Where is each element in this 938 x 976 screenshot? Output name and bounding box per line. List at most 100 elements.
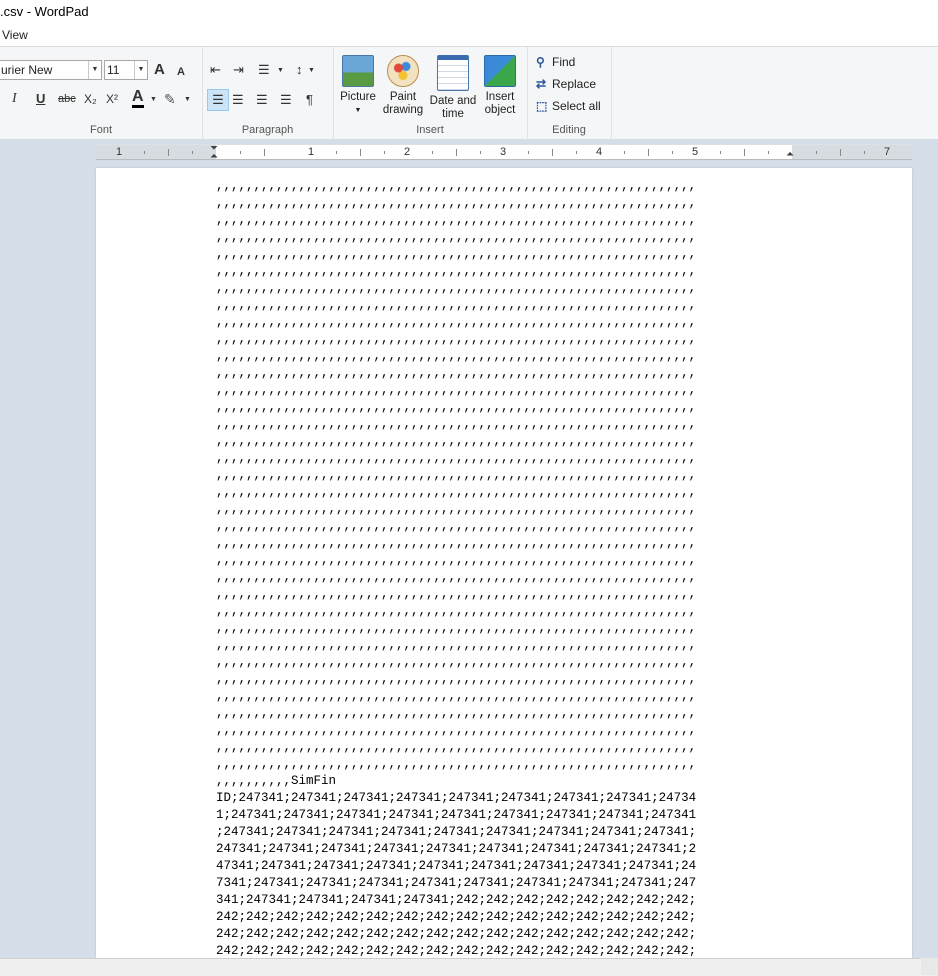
ruler-tick: [672, 151, 673, 154]
ruler-tick: [648, 149, 649, 156]
ruler-number: 5: [692, 146, 699, 158]
insert-object-label: Insert object: [484, 91, 516, 116]
paragraph-settings-icon[interactable]: ¶: [306, 91, 313, 109]
scrollbar-corner[interactable]: [921, 958, 938, 975]
paragraph-group-label: Paragraph: [241, 124, 294, 136]
text-color-button[interactable]: A: [132, 89, 144, 108]
document-page[interactable]: ,,,,,,,,,,,,,,,,,,,,,,,,,,,,,,,,,,,,,,,,…: [96, 168, 912, 958]
align-center-icon[interactable]: ☰: [232, 91, 244, 109]
ruler-tick: [456, 149, 457, 156]
ruler-number: 1: [308, 146, 315, 158]
font-size-combo[interactable]: 11 ▼: [104, 60, 148, 80]
highlight-icon[interactable]: ✎: [164, 90, 176, 108]
replace-button[interactable]: ⇄ Replace: [536, 77, 596, 91]
increase-indent-icon[interactable]: ⇥: [233, 61, 244, 79]
justify-icon[interactable]: ☰: [280, 91, 292, 109]
font-group-label: Font: [89, 124, 112, 136]
menu-bar: View: [0, 24, 938, 46]
menu-view[interactable]: View: [2, 28, 28, 42]
ruler-tick: [240, 151, 241, 154]
insert-object-button[interactable]: Insert object: [479, 55, 521, 117]
object-icon: [484, 55, 516, 87]
bullet-list-icon[interactable]: ☰: [258, 61, 270, 79]
binoculars-icon: ⚲: [536, 55, 545, 69]
shrink-font-icon[interactable]: A: [177, 63, 185, 81]
chevron-down-icon[interactable]: ▼: [308, 62, 315, 80]
insert-group-label: Insert: [416, 124, 444, 136]
window-title: .csv - WordPad: [0, 4, 89, 19]
paint-drawing-label: Paint drawing: [382, 91, 424, 116]
strikethrough-button[interactable]: abc: [58, 90, 76, 108]
ruler-tick: [432, 151, 433, 154]
paint-drawing-button[interactable]: Paint drawing: [379, 55, 427, 117]
right-indent-marker[interactable]: ⏶: [786, 150, 794, 160]
replace-icon: ⇄: [536, 77, 547, 91]
font-family-combo[interactable]: urier New ▼: [0, 60, 102, 80]
subscript-button[interactable]: X₂: [84, 90, 97, 108]
ruler-tick: [336, 151, 337, 154]
chevron-down-icon: ▼: [354, 107, 362, 114]
insert-group: Picture ▼ Paint drawing Date and time In…: [333, 47, 528, 139]
align-left-icon[interactable]: ☰: [207, 89, 229, 111]
underline-button[interactable]: U: [36, 90, 45, 108]
ruler-tick: [864, 151, 865, 154]
chevron-down-icon: ▼: [88, 61, 101, 79]
chevron-down-icon: ▼: [134, 61, 147, 79]
date-time-label: Date and time: [429, 95, 477, 120]
find-button[interactable]: ⚲ Find: [536, 55, 575, 69]
ruler-tick: [768, 151, 769, 154]
italic-button[interactable]: I: [12, 90, 17, 108]
ruler-tick: [528, 151, 529, 154]
ruler-tick: [720, 151, 721, 154]
ruler-tick: [264, 149, 265, 156]
ruler-tick: [360, 149, 361, 156]
ribbon: urier New ▼ 11 ▼ A A I U abc X₂ X² A ▼ ✎…: [0, 46, 938, 140]
ruler-tick: [744, 149, 745, 156]
ruler-tick: [192, 151, 193, 154]
ruler-tick: [552, 149, 553, 156]
ruler: 1 1 2 3 4 5 7 ⏷ ⏶ ⏶: [96, 144, 912, 162]
editing-group-label: Editing: [552, 124, 586, 136]
chevron-down-icon[interactable]: ▼: [150, 91, 157, 109]
chevron-down-icon[interactable]: ▼: [277, 62, 284, 80]
decrease-indent-icon[interactable]: ⇤: [210, 61, 221, 79]
title-bar: .csv - WordPad: [0, 0, 938, 24]
superscript-button[interactable]: X²: [106, 90, 118, 108]
font-group: urier New ▼ 11 ▼ A A I U abc X₂ X² A ▼ ✎…: [0, 47, 203, 139]
ruler-number: 1: [116, 146, 123, 158]
paint-icon: [387, 55, 419, 87]
calendar-icon: [437, 55, 469, 91]
ruler-tick: [816, 151, 817, 154]
select-all-label: Select all: [552, 99, 601, 113]
font-family-value: urier New: [1, 63, 53, 77]
ruler-right-margin: [792, 145, 912, 159]
ruler-tick: [840, 149, 841, 156]
document-text[interactable]: ,,,,,,,,,,,,,,,,,,,,,,,,,,,,,,,,,,,,,,,,…: [216, 178, 816, 958]
picture-button[interactable]: Picture ▼: [339, 55, 377, 117]
picture-label: Picture: [340, 91, 376, 103]
status-bar: [0, 958, 938, 976]
ruler-tick: [480, 151, 481, 154]
grow-font-icon[interactable]: A: [154, 61, 165, 79]
ruler-tick: [576, 151, 577, 154]
ruler-tick: [168, 149, 169, 156]
font-size-value: 11: [107, 63, 120, 77]
chevron-down-icon[interactable]: ▼: [184, 91, 191, 109]
ruler-number: 7: [884, 146, 891, 158]
align-right-icon[interactable]: ☰: [256, 91, 268, 109]
find-label: Find: [552, 55, 576, 69]
ruler-number: 4: [596, 146, 603, 158]
ruler-tick: [144, 151, 145, 154]
date-time-button[interactable]: Date and time: [429, 55, 477, 121]
replace-label: Replace: [552, 77, 597, 91]
select-all-button[interactable]: ⬚ Select all: [536, 99, 601, 113]
select-all-icon: ⬚: [536, 99, 548, 113]
line-spacing-icon[interactable]: ↕: [296, 61, 303, 79]
ruler-number: 3: [500, 146, 507, 158]
picture-icon: [342, 55, 374, 87]
left-indent-marker[interactable]: ⏶: [210, 152, 218, 162]
paragraph-group: ⇤ ⇥ ☰ ▼ ↕ ▼ ☰ ☰ ☰ ☰ ¶ Paragraph: [202, 47, 334, 139]
ruler-tick: [624, 151, 625, 154]
ruler-left-margin: [96, 145, 216, 159]
ruler-tick: [384, 151, 385, 154]
